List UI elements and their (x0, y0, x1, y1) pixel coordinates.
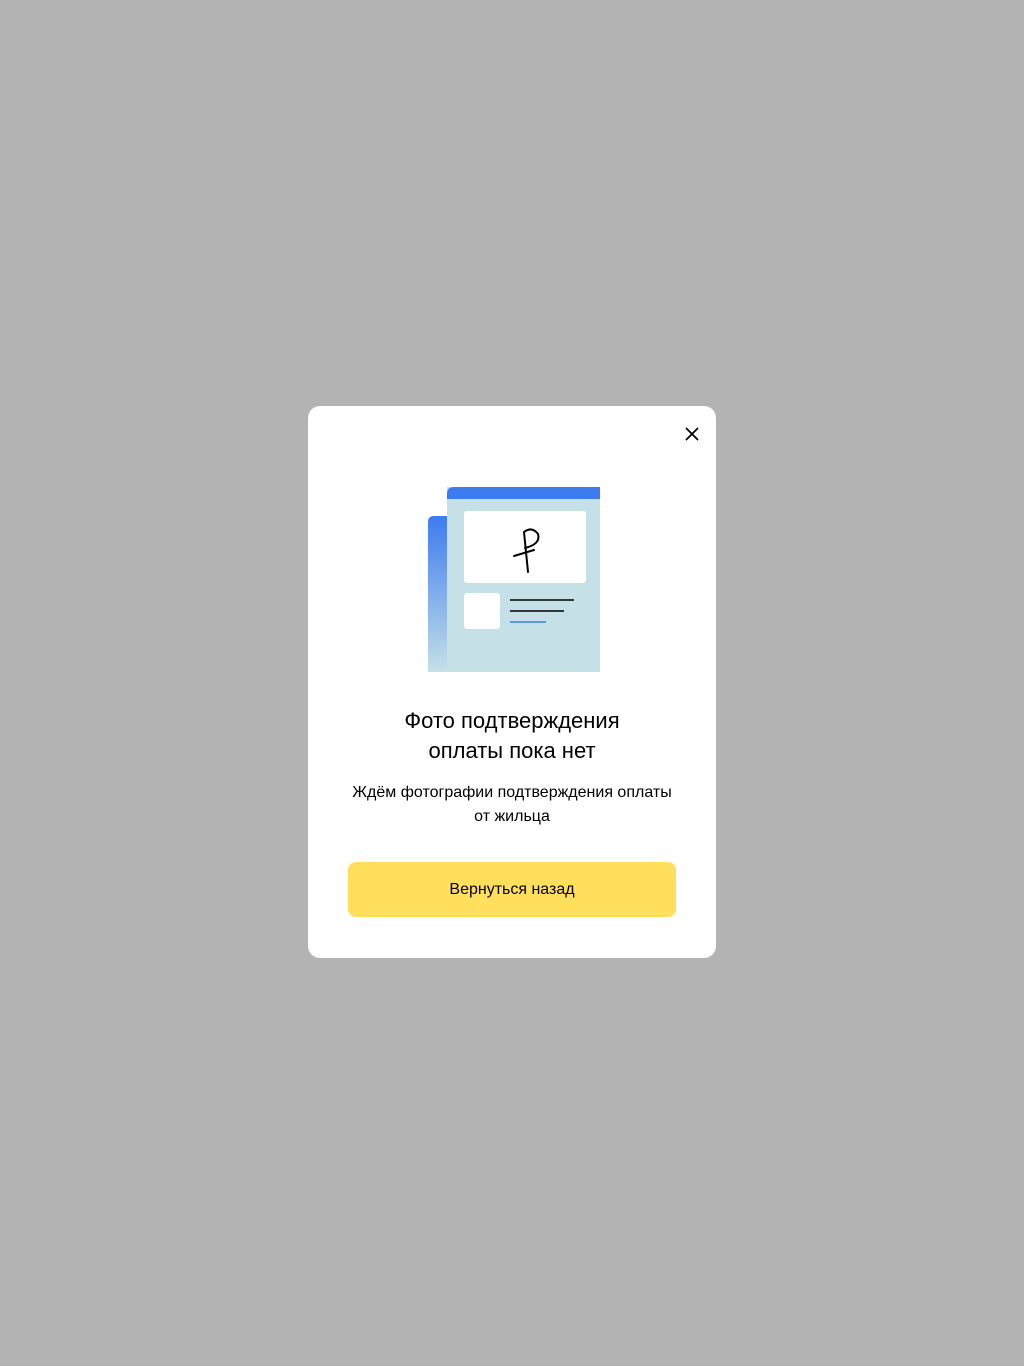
payment-photo-modal: Фото подтверждения оплаты пока нет Ждём … (308, 406, 716, 958)
modal-title: Фото подтверждения оплаты пока нет (404, 708, 620, 763)
modal-description: Ждём фотографии подтверждения оплаты от … (352, 784, 672, 825)
payment-receipt-illustration (428, 487, 600, 672)
close-icon (685, 427, 699, 441)
close-button[interactable] (682, 424, 702, 444)
back-button[interactable]: Вернуться назад (348, 862, 676, 917)
